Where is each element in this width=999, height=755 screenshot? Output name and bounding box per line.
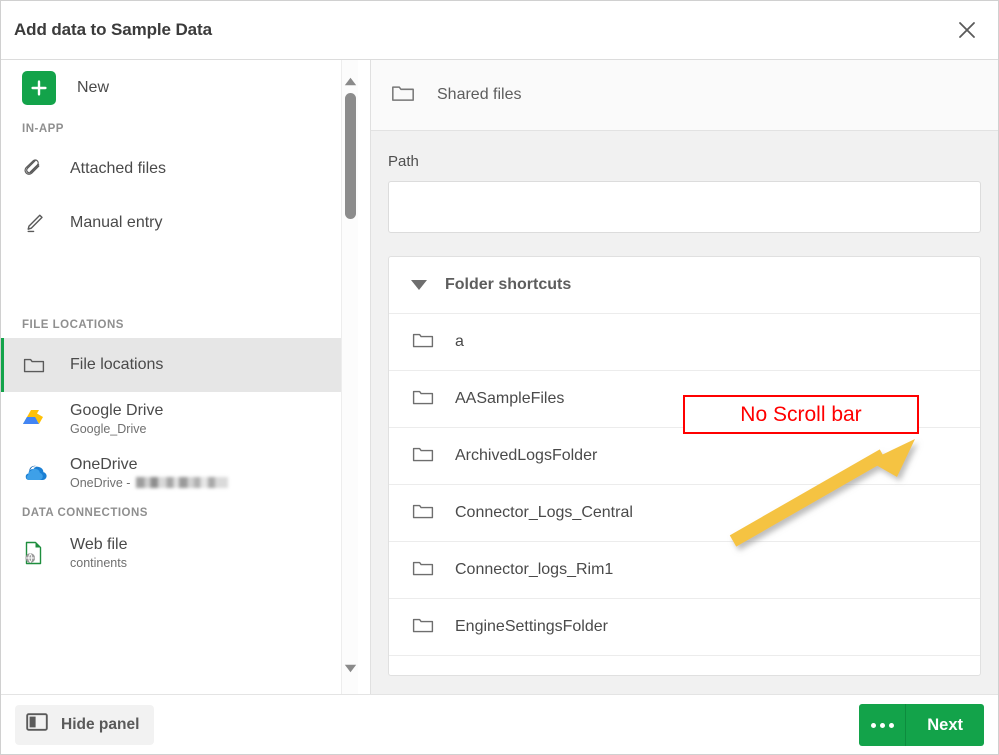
- sidebar-item-file-locations[interactable]: File locations: [1, 338, 346, 392]
- annotation-callout: No Scroll bar: [683, 395, 919, 434]
- folder-shortcuts-title: Folder shortcuts: [445, 276, 572, 293]
- sidebar-item-google-drive[interactable]: Google Drive Google_Drive: [1, 392, 346, 446]
- folder-name: Connector_logs_Rim1: [455, 561, 614, 578]
- folder-list-item[interactable]: EngineSettingsFolder: [389, 599, 980, 656]
- sidebar-item-label-wrap: Manual entry: [70, 214, 163, 232]
- path-input[interactable]: [388, 181, 981, 233]
- folder-icon: [390, 80, 416, 111]
- folder-name: a: [455, 333, 464, 350]
- scroll-down-button[interactable]: [342, 658, 359, 678]
- folder-name: AASampleFiles: [455, 390, 565, 407]
- next-button-group: Next: [859, 704, 984, 746]
- sidebar-item-sublabel: OneDrive -: [70, 476, 228, 490]
- panel-icon: [26, 712, 48, 737]
- folder-icon: [411, 328, 435, 357]
- path-label: Path: [388, 153, 419, 170]
- scrollbar-thumb[interactable]: [345, 93, 356, 219]
- more-options-button[interactable]: [859, 704, 907, 746]
- hide-panel-button[interactable]: Hide panel: [15, 704, 155, 745]
- folder-icon: [411, 442, 435, 471]
- panel-header: Shared files: [371, 60, 998, 131]
- folder-icon: [411, 556, 435, 585]
- folder-name: Connector_Logs_Central: [455, 504, 633, 521]
- dialog-body: New IN-APP Attached files Manual entry F…: [1, 60, 998, 694]
- sidebar-item-label: File locations: [70, 355, 164, 373]
- ellipsis-icon: [869, 722, 896, 728]
- pencil-icon: [22, 211, 52, 235]
- sidebar: New IN-APP Attached files Manual entry F…: [1, 60, 371, 694]
- folder-name: EngineSettingsFolder: [455, 618, 608, 635]
- sidebar-item-label-wrap: OneDrive OneDrive -: [70, 456, 228, 491]
- sidebar-item-label-wrap: Web file continents: [70, 536, 128, 571]
- close-button[interactable]: [944, 7, 990, 53]
- folder-name: ArchivedLogsFolder: [455, 447, 598, 464]
- panel-header-label: Shared files: [437, 86, 522, 103]
- dialog-footer: Hide panel Next: [1, 694, 998, 754]
- triangle-up-icon: [344, 77, 357, 85]
- add-data-dialog: Add data to Sample Data New IN-APP Attac…: [0, 0, 999, 755]
- triangle-down-icon: [344, 664, 357, 672]
- folder-icon: [22, 353, 52, 377]
- scroll-up-button[interactable]: [342, 71, 359, 91]
- page-title: Add data to Sample Data: [14, 20, 212, 39]
- sidebar-item-onedrive[interactable]: OneDrive OneDrive -: [1, 446, 346, 500]
- sidebar-content: New IN-APP Attached files Manual entry F…: [1, 60, 346, 580]
- sidebar-item-label-wrap: Google Drive Google_Drive: [70, 402, 163, 437]
- folder-icon: [411, 670, 435, 676]
- sidebar-item-sublabel: continents: [70, 556, 127, 570]
- folder-list-item[interactable]: Connector_logs_Rim1: [389, 542, 980, 599]
- sidebar-item-label: Google Drive: [70, 401, 164, 419]
- sidebar-item-label-wrap: File locations: [70, 356, 163, 374]
- new-button-label: New: [77, 79, 110, 96]
- annotation-text: No Scroll bar: [740, 402, 862, 426]
- folder-shortcuts-card: Folder shortcuts a AASampleFiles Archive…: [388, 256, 981, 676]
- sidebar-item-manual-entry[interactable]: Manual entry: [1, 196, 346, 250]
- redacted-account-name: [135, 477, 228, 488]
- group-title-data-connections: DATA CONNECTIONS: [22, 507, 148, 519]
- onedrive-icon: [22, 462, 52, 484]
- folder-list-item[interactable]: a: [389, 314, 980, 371]
- folder-shortcuts-header[interactable]: Folder shortcuts: [389, 257, 980, 314]
- sidebar-item-label: Attached files: [70, 159, 167, 177]
- folder-icon: [411, 613, 435, 642]
- path-section: Path: [371, 131, 998, 233]
- hide-panel-label: Hide panel: [61, 715, 140, 733]
- plus-icon: [22, 71, 56, 105]
- dialog-titlebar: Add data to Sample Data: [1, 1, 998, 60]
- folder-icon: [411, 385, 435, 414]
- group-title-file-locations: FILE LOCATIONS: [22, 319, 124, 331]
- group-title-in-app: IN-APP: [22, 123, 64, 135]
- sidebar-item-label-wrap: Attached files: [70, 160, 166, 178]
- paperclip-icon: [22, 157, 52, 181]
- new-button[interactable]: New: [1, 60, 346, 116]
- sidebar-item-web-file[interactable]: Web file continents: [1, 526, 346, 580]
- sidebar-item-sublabel: Google_Drive: [70, 422, 147, 436]
- web-file-icon: [22, 540, 52, 566]
- sidebar-item-label: OneDrive: [70, 455, 138, 473]
- sidebar-item-attached-files[interactable]: Attached files: [1, 142, 346, 196]
- sidebar-scrollbar[interactable]: [341, 60, 358, 694]
- sidebar-item-label: Web file: [70, 535, 128, 553]
- folder-icon: [411, 499, 435, 528]
- caret-down-icon: [411, 280, 427, 290]
- next-button[interactable]: Next: [906, 704, 984, 746]
- sidebar-item-label: Manual entry: [70, 213, 163, 231]
- close-icon: [959, 22, 975, 38]
- google-drive-icon: [22, 407, 52, 431]
- folder-list-item-partial[interactable]: [389, 656, 980, 676]
- folder-list-item[interactable]: ArchivedLogsFolder: [389, 428, 980, 485]
- folder-list-item[interactable]: Connector_Logs_Central: [389, 485, 980, 542]
- shared-files-panel: Shared files Path Folder shortcuts a AAS…: [371, 60, 998, 694]
